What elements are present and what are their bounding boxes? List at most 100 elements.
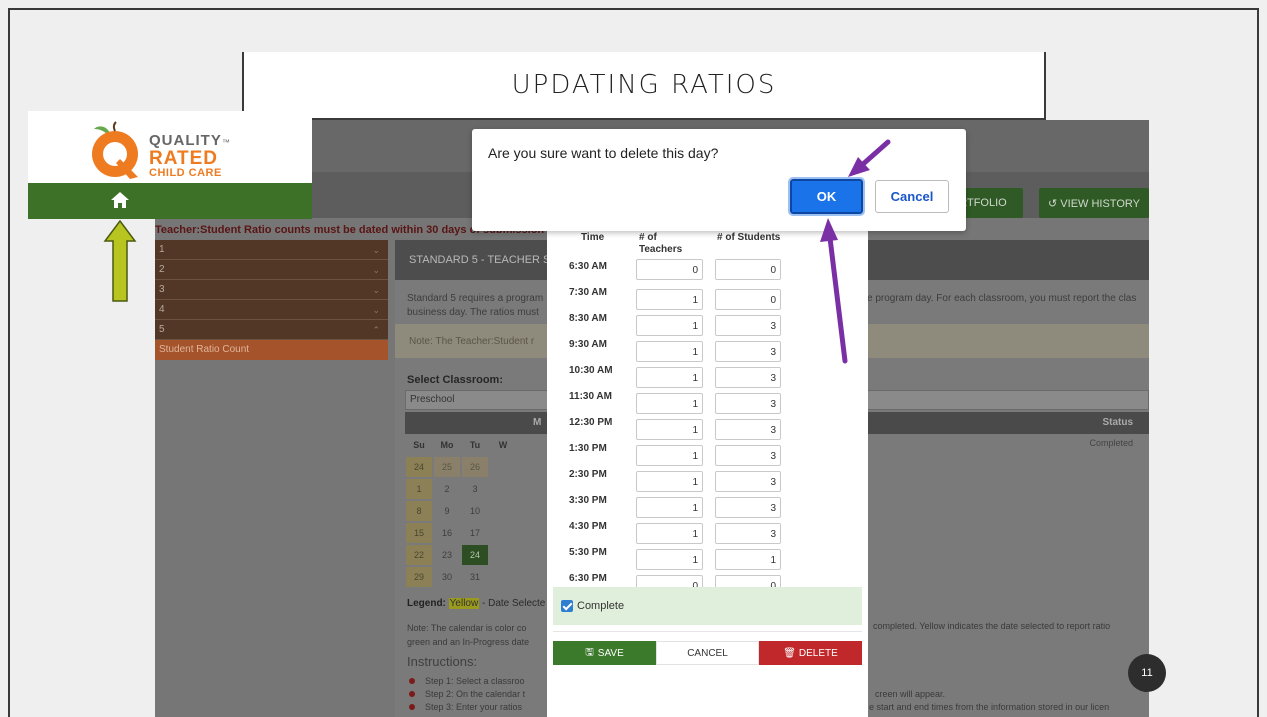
ratio-row: 4:30 PM 1 3 [547, 519, 868, 545]
students-input[interactable]: 3 [715, 523, 781, 544]
left-nav: 1 ⌄ 2 ⌄ 3 ⌄ 4 ⌄ 5 ⌃ Student Ratio Count [155, 240, 388, 360]
step-item: Step 3: Enter your ratios [409, 701, 525, 714]
calendar-day[interactable]: 15 [406, 523, 432, 543]
calendar-day[interactable]: 9 [434, 501, 460, 521]
nav-item-label: 5 [159, 324, 165, 335]
teachers-input[interactable]: 1 [636, 367, 703, 388]
calendar-day[interactable]: 3 [462, 479, 488, 499]
logo-line3: CHILD CARE [149, 167, 222, 179]
slide: RTFOLIO ↺ VIEW HISTORY Teacher:Student R… [0, 0, 1267, 717]
home-bar [28, 183, 312, 219]
nav-item-1[interactable]: 1 ⌄ [155, 240, 388, 260]
ratio-row: 1:30 PM 1 3 [547, 441, 868, 467]
complete-checkbox[interactable] [561, 600, 573, 612]
teachers-input[interactable]: 1 [636, 549, 703, 570]
calendar-day[interactable]: 1 [406, 479, 432, 499]
calendar-note-right: completed. Yellow indicates the date sel… [873, 621, 1111, 631]
calendar-day[interactable]: 26 [462, 457, 488, 477]
students-input[interactable]: 3 [715, 341, 781, 362]
modal-divider [553, 631, 862, 632]
calendar-day[interactable]: 2 [434, 479, 460, 499]
calendar-day[interactable]: 17 [462, 523, 488, 543]
calendar-day[interactable]: 31 [462, 567, 488, 587]
students-input[interactable]: 0 [715, 259, 781, 280]
students-input[interactable]: 3 [715, 367, 781, 388]
students-input[interactable]: 3 [715, 315, 781, 336]
cancel-button[interactable]: CANCEL [656, 641, 759, 665]
students-input[interactable]: 3 [715, 497, 781, 518]
standard-text: Standard 5 requires a program [407, 293, 544, 304]
calendar-day[interactable]: 10 [462, 501, 488, 521]
logo-line1: QUALITY [149, 132, 222, 149]
status-value: Completed [1089, 438, 1133, 448]
teachers-input[interactable]: 1 [636, 393, 703, 414]
students-input[interactable]: 1 [715, 549, 781, 570]
teachers-input[interactable]: 1 [636, 471, 703, 492]
delete-button[interactable]: 🗑 DELETE [759, 641, 862, 665]
ratio-time: 6:30 AM [569, 261, 607, 272]
calendar-day-selected[interactable]: 24 [462, 545, 488, 565]
slide-title: UPDATING RATIOS [511, 70, 777, 100]
ratio-time: 5:30 PM [569, 547, 607, 558]
calendar-day[interactable]: 24 [406, 457, 432, 477]
teachers-input[interactable]: 1 [636, 445, 703, 466]
status-header: Status [1102, 417, 1133, 428]
calendar-day[interactable]: 16 [434, 523, 460, 543]
nav-sub-student-ratio[interactable]: Student Ratio Count [155, 340, 388, 360]
ratio-time: 9:30 AM [569, 339, 607, 350]
logo-panel: QUALITY™ RATED CHILD CARE [28, 111, 312, 219]
trash-icon: 🗑 [783, 647, 796, 659]
nav-item-label: 4 [159, 304, 165, 315]
nav-item-4[interactable]: 4 ⌄ [155, 300, 388, 320]
students-input[interactable]: 3 [715, 471, 781, 492]
ratio-row: 12:30 PM 1 3 [547, 415, 868, 441]
quality-rated-logo-icon [92, 121, 138, 179]
ratio-row: 2:30 PM 1 3 [547, 467, 868, 493]
nav-item-label: 2 [159, 264, 165, 275]
students-input[interactable]: 3 [715, 419, 781, 440]
nav-item-3[interactable]: 3 ⌄ [155, 280, 388, 300]
students-input[interactable]: 3 [715, 393, 781, 414]
calendar-day[interactable]: 25 [434, 457, 460, 477]
calendar-day[interactable]: 22 [406, 545, 432, 565]
teachers-input[interactable]: 1 [636, 315, 703, 336]
nav-item-label: 1 [159, 244, 165, 255]
teachers-input[interactable]: 1 [636, 497, 703, 518]
legend-text: - Date Selecte [482, 598, 546, 609]
cancel-dialog-button[interactable]: Cancel [875, 180, 949, 213]
step-right: e start and end times from the informati… [869, 702, 1110, 712]
select-classroom-label: Select Classroom: [407, 374, 503, 386]
ratio-row: 6:30 AM 0 0 [547, 259, 868, 285]
teachers-input[interactable]: 1 [636, 341, 703, 362]
logo-line2: RATED [149, 148, 219, 169]
calendar-day[interactable]: 30 [434, 567, 460, 587]
legend-yellow: Yellow [448, 598, 480, 609]
ratio-time: 12:30 PM [569, 417, 613, 428]
weekday: Su [413, 440, 425, 450]
ok-button[interactable]: OK [788, 177, 865, 216]
chevron-down-icon: ⌄ [372, 245, 380, 255]
calendar-day[interactable]: 29 [406, 567, 432, 587]
students-input[interactable]: 0 [715, 289, 781, 310]
step-item: Step 2: On the calendar t [409, 688, 525, 701]
ratio-time: 4:30 PM [569, 521, 607, 532]
home-icon[interactable] [110, 191, 130, 209]
nav-item-5[interactable]: 5 ⌃ [155, 320, 388, 340]
delete-label: DELETE [798, 647, 838, 659]
note-text: Note: The Teacher:Student r [409, 336, 535, 347]
teachers-input[interactable]: 1 [636, 289, 703, 310]
nav-item-2[interactable]: 2 ⌄ [155, 260, 388, 280]
teachers-input[interactable]: 1 [636, 419, 703, 440]
ratio-time: 1:30 PM [569, 443, 607, 454]
confirm-dialog: Are you sure want to delete this day? OK… [472, 129, 966, 231]
students-input[interactable]: 3 [715, 445, 781, 466]
teachers-input[interactable]: 1 [636, 523, 703, 544]
calendar-day[interactable]: 23 [434, 545, 460, 565]
save-button[interactable]: 🖫 SAVE [553, 641, 656, 665]
col-students-header: # of Students [717, 232, 781, 243]
calendar-day[interactable]: 8 [406, 501, 432, 521]
legend: Legend: Yellow - Date Selecte [407, 598, 545, 609]
view-history-button[interactable]: ↺ VIEW HISTORY [1039, 188, 1149, 218]
teachers-input[interactable]: 0 [636, 259, 703, 280]
save-icon: 🖫 [585, 646, 594, 658]
